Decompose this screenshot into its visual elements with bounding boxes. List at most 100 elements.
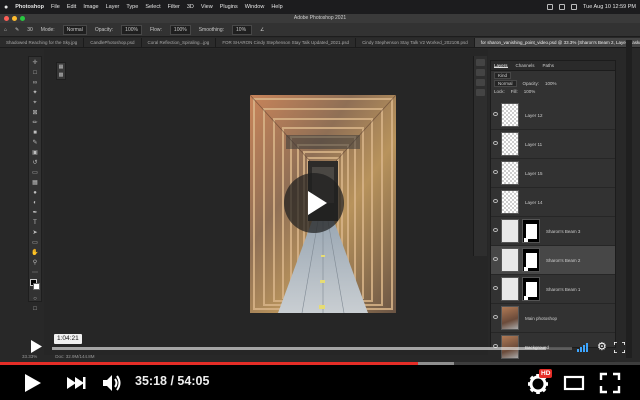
layer-row[interactable]: Sharon's Beam 1 [491,275,615,304]
play-button[interactable] [22,371,44,395]
layer-row[interactable]: Sharon's Beam 2 [491,246,615,275]
video-frame[interactable]: ● Photoshop File Edit Image Layer Type S… [0,0,640,362]
shape-tool-icon: ▭ [32,240,38,246]
center-play-button[interactable] [284,173,344,233]
doc-tab: Shadowed Reaching for the Sky.jpg [0,38,85,47]
eye-icon[interactable] [493,170,498,174]
marquee-tool-icon: □ [33,70,37,76]
fullscreen-button[interactable] [598,371,622,395]
eye-icon[interactable] [493,141,498,145]
status-icon [547,4,553,10]
eyedropper-tool-icon: ✏ [32,120,38,126]
duration: 54:05 [177,374,210,388]
layer-thumbnail [501,161,519,185]
blur-tool-icon: ● [33,190,37,196]
status-icon [559,4,565,10]
current-time: 35:18 [135,374,167,388]
layer-row[interactable]: Sharon's Beam 3 [491,217,615,246]
theater-mode-icon [563,375,585,391]
pen-tool-icon: ✒ [32,210,38,216]
volume-button[interactable] [100,371,124,395]
mode-field: Normal [62,24,87,35]
layer-thumbnail [501,103,519,127]
tab-layers: Layers [494,63,508,68]
eye-icon[interactable] [493,257,498,261]
ps-titlebar: Adobe Photoshop 2021 [0,14,640,23]
layer-row[interactable]: Layer 14 [491,188,615,217]
history-icon: ▦ [58,64,64,70]
doc-tab: CandlePhotoshop.psd [84,38,142,47]
eraser-tool-icon: ▭ [32,170,38,176]
history-brush-icon: ↺ [32,160,38,166]
time-display: 35:18 / 54:05 [135,374,209,388]
layer-name: Layer 11 [525,141,543,147]
frame-tool-icon: ⊠ [32,110,38,116]
next-icon [67,377,86,389]
opacity-label: Opacity: [94,26,114,33]
play-icon [25,374,41,392]
signal-icon [577,343,588,352]
brush-tool-icon: ✎ [32,140,38,146]
layer-row[interactable]: Main photoshop [491,304,615,333]
flow-field: 100% [169,24,191,35]
hd-badge: HD [539,369,553,378]
ps-side-dock: ▦ ▩ [56,62,66,80]
kind-filter: Kind [494,71,512,79]
menu-item: Help [271,4,283,10]
layer-name: Sharon's Beam 3 [546,228,581,234]
menubar-clock: Tue Aug 10 12:59 PM [583,4,636,10]
eye-icon[interactable] [493,199,498,203]
layer-row[interactable]: Layer 12 [491,101,615,130]
layers-lock-row: Lock: Fill: 100% [491,87,615,95]
info-icon: ▩ [58,72,64,78]
play-icon [308,191,327,215]
ps-window-title: Adobe Photoshop 2021 [293,15,347,21]
fill-label: Fill: [510,88,518,94]
layer-name: Layer 14 [525,199,543,205]
layer-row[interactable]: Layer 11 [491,130,615,159]
layer-thumbnail [501,277,519,301]
layer-name: Sharon's Beam 2 [546,257,581,263]
layer-row[interactable]: Layer 15 [491,159,615,188]
hover-time-tooltip: 1:04:21 [54,334,82,344]
fill-value: 100% [523,88,536,94]
eye-icon[interactable] [493,112,498,116]
theater-mode-button[interactable] [562,371,586,395]
opacity-value: 100% [545,80,557,86]
color-swatches [29,279,41,293]
tab-paths: Paths [542,63,555,68]
panel-scrollbar [626,40,632,358]
menu-item: Filter [167,4,180,10]
layers-blend-row: Normal Opacity: 100% [491,79,615,87]
eye-icon[interactable] [493,286,498,290]
zoom-tool-icon: ⚲ [32,260,38,266]
menu-item: Select [145,4,161,10]
layers-list: Layer 12 Layer 11 Layer 15 Layer 14 Sharon's… [491,101,615,362]
layer-thumbnail [501,132,519,156]
layer-thumbnail [501,219,519,243]
menu-item: Edit [66,4,77,10]
layer-mask-thumbnail [522,248,540,272]
gear-icon: ⚙ [597,341,607,353]
doc-tab: Coral Reflection_Spiraling...jpg [142,38,217,47]
home-icon: ⌂ [4,26,8,33]
menu-app-name: Photoshop [15,4,44,10]
ps-toolbox: ✛ □ ∞ ✦ ⌖ ⊠ ✏ ■ ✎ ▣ ↺ ▭ ▦ ● ◐ ✒ T ➤ ▭ ✋ … [28,56,42,312]
blend-mode-select: Normal [494,79,517,87]
layer-thumbnail [501,306,519,330]
background-color [33,283,40,290]
next-button[interactable] [64,371,88,395]
panel-icon [476,79,485,86]
ps-panel-dock [473,56,487,256]
eye-icon[interactable] [493,315,498,319]
player-controls: 35:18 / 54:05 HD [0,365,640,400]
layer-mask-thumbnail [522,277,540,301]
opacity-field: 100% [121,24,142,35]
doc-tab: Cindy Stephenson Stay Talk V2 Worked_202… [356,38,475,47]
layer-name: Layer 15 [525,170,543,176]
move-tool-icon: ✛ [32,60,38,66]
eye-icon[interactable] [493,228,498,232]
brush-tool-icon: ✎ [15,26,20,33]
layers-filter-row: Kind [491,71,615,79]
doc-tab-active: for sharon_vanishing_point_video.psd @ 3… [474,38,640,47]
